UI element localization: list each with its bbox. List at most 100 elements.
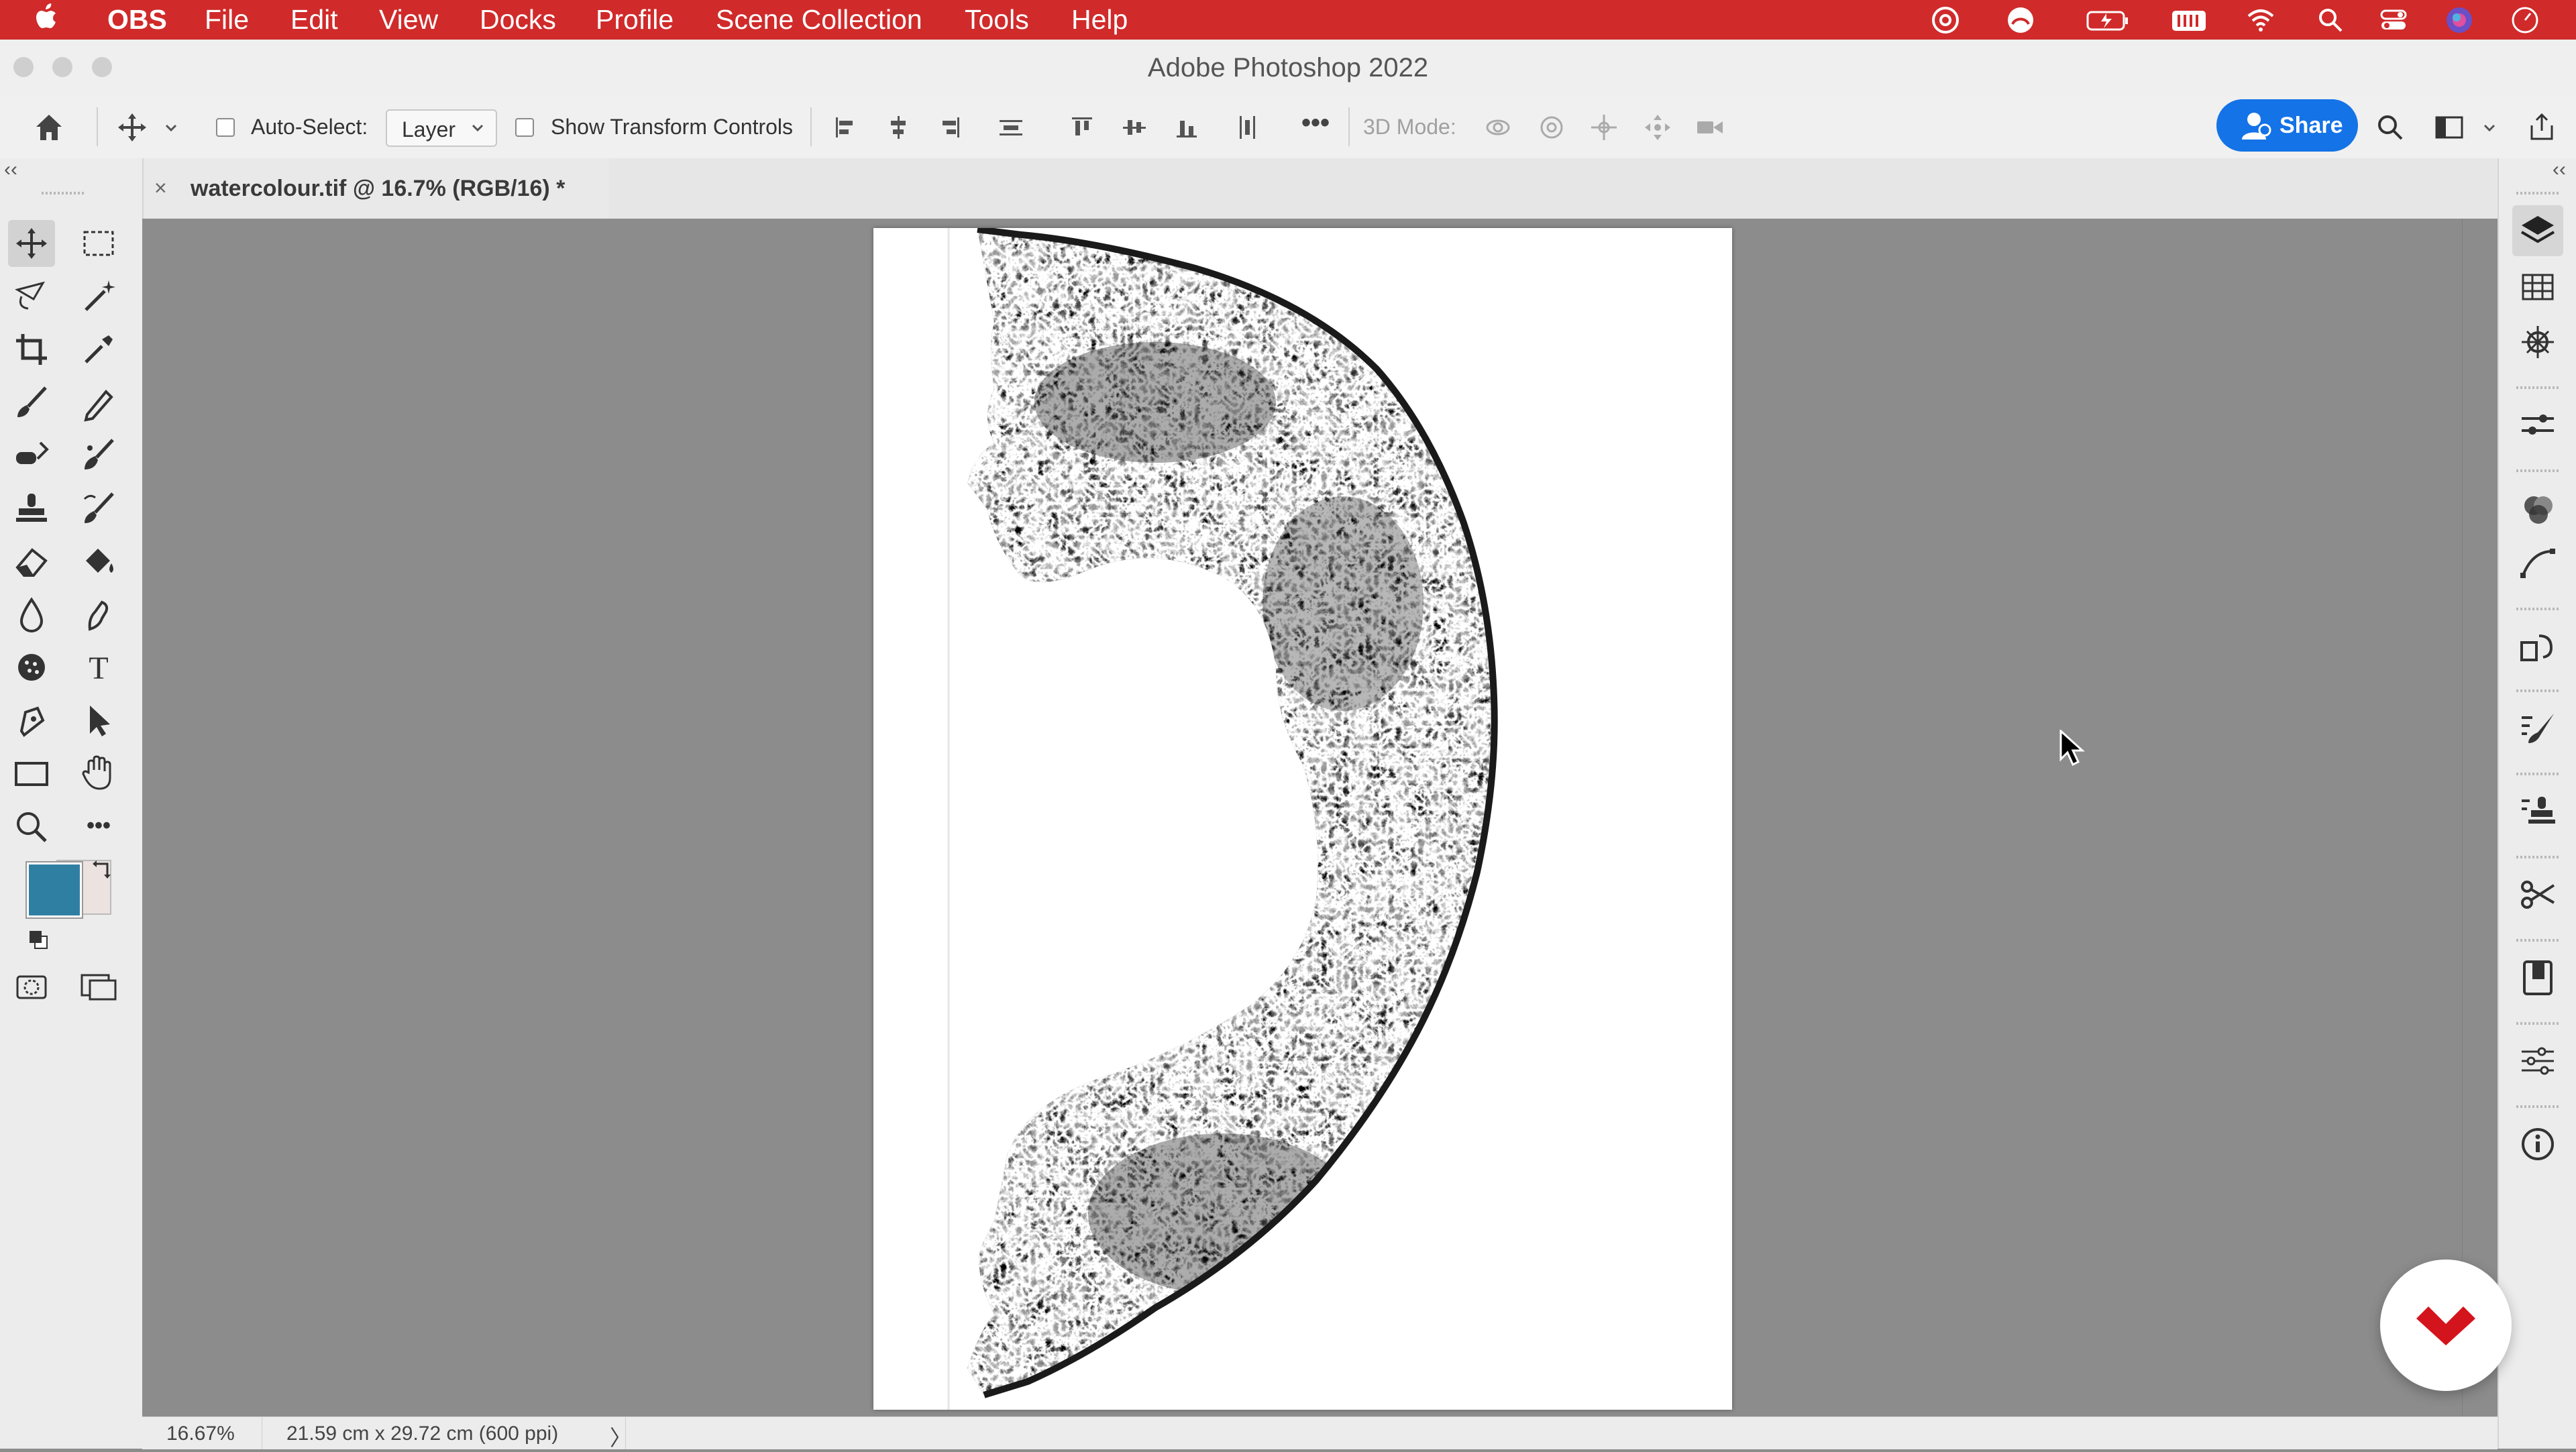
align-vertical-centers-icon[interactable] <box>1118 111 1151 144</box>
swap-colors-icon[interactable] <box>91 857 114 880</box>
clone-stamp-tool-icon[interactable] <box>8 486 55 533</box>
navigator-panel-icon[interactable] <box>2512 317 2563 368</box>
auto-select-checkbox[interactable] <box>216 118 235 137</box>
tool-preset-chevron-down-icon[interactable] <box>161 111 181 144</box>
blur-tool-icon[interactable] <box>8 592 55 638</box>
menu-scene-collection[interactable]: Scene Collection <box>716 0 922 40</box>
dock-grip[interactable] <box>2516 773 2559 775</box>
menu-tools[interactable]: Tools <box>965 0 1029 40</box>
zoom-tool-icon[interactable] <box>8 803 55 850</box>
pencil-tool-icon[interactable] <box>75 380 122 427</box>
move-tool-icon[interactable] <box>8 220 55 267</box>
align-horizontal-centers-icon[interactable] <box>881 111 915 144</box>
siri-icon[interactable] <box>2445 5 2474 35</box>
wifi-icon[interactable] <box>2246 5 2275 35</box>
brush-tool-icon[interactable] <box>8 380 55 427</box>
workspace-chevron-down-icon[interactable] <box>2479 111 2500 144</box>
brush-settings-panel-icon[interactable] <box>2512 703 2563 754</box>
status-menu-arrow-icon[interactable]: 〉 <box>610 1421 631 1452</box>
path-selection-tool-icon[interactable] <box>75 697 122 744</box>
paint-bucket-tool-icon[interactable] <box>75 538 122 585</box>
screen-mode-icon[interactable] <box>75 963 122 1010</box>
adjustments-panel-icon[interactable] <box>2512 1036 2563 1086</box>
align-bottom-edges-icon[interactable] <box>1170 111 1203 144</box>
menu-edit[interactable]: Edit <box>290 0 338 40</box>
distribute-horizontal-icon[interactable] <box>1230 111 1264 144</box>
quick-mask-icon[interactable] <box>8 963 55 1010</box>
libraries-panel-icon[interactable] <box>2512 952 2563 1003</box>
creative-cloud-icon[interactable] <box>1931 5 1960 35</box>
dock-grip[interactable] <box>2516 386 2559 389</box>
rectangle-tool-icon[interactable] <box>8 750 55 797</box>
keyboard-icon[interactable] <box>2171 5 2207 35</box>
adobe-icon[interactable] <box>2006 5 2035 35</box>
more-tools-icon[interactable]: ••• <box>75 803 122 850</box>
zoom-level-field[interactable]: 16.67% <box>142 1417 262 1449</box>
menu-view[interactable]: View <box>379 0 438 40</box>
rectangular-marquee-tool-icon[interactable] <box>75 220 122 267</box>
info-panel-icon[interactable] <box>2512 1119 2563 1170</box>
history-panel-icon[interactable] <box>2512 621 2563 672</box>
eraser-tool-icon[interactable] <box>8 538 55 585</box>
dock-grip[interactable] <box>2516 689 2559 692</box>
menu-obs[interactable]: OBS <box>107 0 167 40</box>
vertical-scrollbar[interactable] <box>2462 219 2498 1416</box>
export-share-icon[interactable] <box>2525 111 2559 144</box>
dock-grip[interactable] <box>2516 856 2559 858</box>
dock-grip[interactable] <box>2516 1022 2559 1025</box>
control-center-icon[interactable] <box>2379 5 2408 35</box>
floating-app-badge[interactable] <box>2380 1260 2512 1391</box>
healing-brush-tool-icon[interactable] <box>8 432 55 479</box>
pen-tool-icon[interactable] <box>8 697 55 744</box>
clock-icon[interactable] <box>2510 5 2540 35</box>
distribute-vertical-icon[interactable] <box>994 111 1028 144</box>
dock-grip[interactable] <box>2516 1105 2559 1108</box>
tool-presets-panel-icon[interactable] <box>2512 869 2563 920</box>
share-button[interactable]: Share <box>2216 99 2358 152</box>
channels-panel-icon[interactable] <box>2512 484 2563 535</box>
show-transform-controls-checkbox[interactable] <box>515 118 534 137</box>
hand-tool-icon[interactable] <box>75 750 122 797</box>
magic-wand-tool-icon[interactable] <box>75 272 122 319</box>
auto-select-dropdown[interactable]: Layer <box>386 109 497 147</box>
sponge-tool-icon[interactable] <box>8 644 55 691</box>
align-left-edges-icon[interactable] <box>829 111 863 144</box>
search-icon[interactable] <box>2373 111 2407 144</box>
collapse-toolbar-icon[interactable]: ‹‹ <box>4 158 17 181</box>
menu-help[interactable]: Help <box>1071 0 1128 40</box>
home-icon[interactable] <box>32 111 66 144</box>
default-colors-icon[interactable] <box>27 928 50 951</box>
menu-profile[interactable]: Profile <box>596 0 674 40</box>
menu-docks[interactable]: Docks <box>480 0 556 40</box>
lasso-tool-icon[interactable] <box>8 272 55 319</box>
dock-grip[interactable] <box>2516 608 2559 610</box>
move-tool-preset-icon[interactable] <box>115 111 149 144</box>
dock-grip[interactable] <box>2516 192 2559 194</box>
document-canvas[interactable] <box>873 228 1732 1410</box>
close-tab-icon[interactable]: × <box>154 176 167 201</box>
workspace-icon[interactable] <box>2432 111 2466 144</box>
dock-grip[interactable] <box>2516 469 2559 472</box>
collapse-dock-icon[interactable]: ‹‹ <box>2553 158 2566 181</box>
clone-source-panel-icon[interactable] <box>2512 786 2563 837</box>
document-tab[interactable]: × watercolour.tif @ 16.7% (RGB/16) * <box>142 158 609 220</box>
eyedropper-tool-icon[interactable] <box>75 326 122 373</box>
dock-grip[interactable] <box>2516 939 2559 942</box>
align-right-edges-icon[interactable] <box>932 111 966 144</box>
history-brush-tool-icon[interactable] <box>75 486 122 533</box>
paths-panel-icon[interactable] <box>2512 538 2563 589</box>
toolbar-grip[interactable] <box>42 192 85 194</box>
properties-panel-icon[interactable] <box>2512 400 2563 451</box>
apple-menu-icon[interactable] <box>34 1 60 42</box>
type-tool-icon[interactable]: T <box>75 644 122 691</box>
mixer-brush-tool-icon[interactable] <box>75 432 122 479</box>
swatches-panel-icon[interactable] <box>2512 262 2563 313</box>
crop-tool-icon[interactable] <box>8 326 55 373</box>
foreground-color-swatch[interactable] <box>25 861 83 919</box>
battery-icon[interactable] <box>2086 5 2129 35</box>
menu-file[interactable]: File <box>205 0 249 40</box>
spotlight-icon[interactable] <box>2316 5 2345 35</box>
more-options-icon[interactable]: ••• <box>1301 108 1330 138</box>
layers-panel-icon[interactable] <box>2512 205 2563 256</box>
align-top-edges-icon[interactable] <box>1065 111 1099 144</box>
